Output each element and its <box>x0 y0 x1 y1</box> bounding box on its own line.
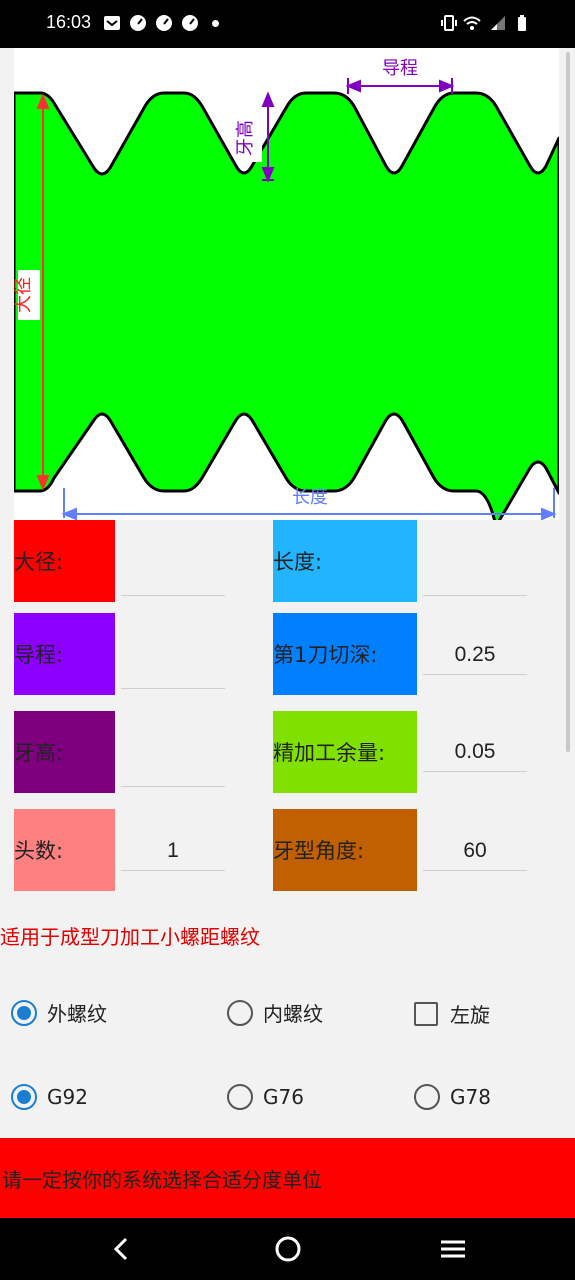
length-label: 长度 <box>292 487 328 508</box>
menu-icon[interactable] <box>438 1234 468 1264</box>
usage-note: 适用于成型刀加工小螺距螺纹 <box>0 925 260 949</box>
radio-unchecked-icon[interactable] <box>414 1084 440 1110</box>
signal-icon <box>491 16 505 30</box>
vibrate-icon <box>441 15 457 31</box>
external-thread-radio[interactable]: 外螺纹 <box>11 998 107 1027</box>
radio-unchecked-icon[interactable] <box>227 999 253 1026</box>
thread-angle-label: 牙型角度: <box>273 809 417 891</box>
major-diameter-input[interactable] <box>121 556 225 596</box>
lead-label-box: 导程: <box>14 613 115 695</box>
mail-icon <box>104 16 120 30</box>
speed-icon <box>156 15 172 31</box>
left-hand-checkbox[interactable]: 左旋 <box>414 999 490 1028</box>
g76-radio[interactable]: G76 <box>227 1084 304 1110</box>
battery-icon <box>518 15 526 31</box>
navigation-bar <box>0 1218 575 1280</box>
thread-angle-input[interactable] <box>423 831 527 871</box>
radio-unchecked-icon[interactable] <box>227 1084 253 1110</box>
thread-diagram: 大径 导程 牙高 长度 <box>14 48 559 520</box>
finish-allowance-input[interactable] <box>423 732 527 772</box>
internal-thread-label: 内螺纹 <box>263 1002 323 1026</box>
thread-profile <box>14 91 559 520</box>
lead-dimension <box>345 78 455 94</box>
starts-input[interactable] <box>121 831 225 871</box>
external-thread-label: 外螺纹 <box>47 1002 107 1026</box>
thread-height-input[interactable] <box>121 747 225 787</box>
status-time: 16:03 <box>46 12 92 32</box>
g78-radio[interactable]: G78 <box>414 1084 491 1110</box>
wifi-icon <box>463 16 481 30</box>
length-input[interactable] <box>423 556 527 596</box>
back-icon[interactable] <box>107 1234 137 1264</box>
lead-label: 导程 <box>382 58 418 79</box>
speed-icon <box>182 15 198 31</box>
left-hand-label: 左旋 <box>450 1003 490 1027</box>
checkbox-unchecked-icon[interactable] <box>414 1001 438 1026</box>
unit-warning-banner: 请一定按你的系统选择合适分度单位 <box>0 1138 575 1218</box>
internal-thread-radio[interactable]: 内螺纹 <box>227 998 323 1027</box>
thread-height-label: 牙高: <box>14 711 115 793</box>
radio-checked-icon[interactable] <box>11 1084 37 1110</box>
g76-label: G76 <box>263 1085 304 1109</box>
home-icon[interactable] <box>273 1234 303 1264</box>
length-label-box: 长度: <box>273 520 417 602</box>
first-cut-depth-input[interactable] <box>423 635 527 675</box>
notification-dot <box>212 20 219 27</box>
height-label: 牙高 <box>235 120 256 156</box>
speed-icon <box>130 15 146 31</box>
g78-label: G78 <box>450 1085 491 1109</box>
radio-checked-icon[interactable] <box>11 999 37 1026</box>
status-bar: 16:03 <box>0 0 575 48</box>
first-cut-depth-label: 第1刀切深: <box>273 613 417 695</box>
starts-label: 头数: <box>14 809 115 891</box>
lead-input[interactable] <box>121 649 225 689</box>
finish-allowance-label: 精加工余量: <box>273 711 417 793</box>
diameter-label: 大径 <box>14 277 34 313</box>
g92-radio[interactable]: G92 <box>11 1084 88 1110</box>
major-diameter-label: 大径: <box>14 520 115 602</box>
scrollbar[interactable] <box>566 52 570 752</box>
g92-label: G92 <box>47 1085 88 1109</box>
